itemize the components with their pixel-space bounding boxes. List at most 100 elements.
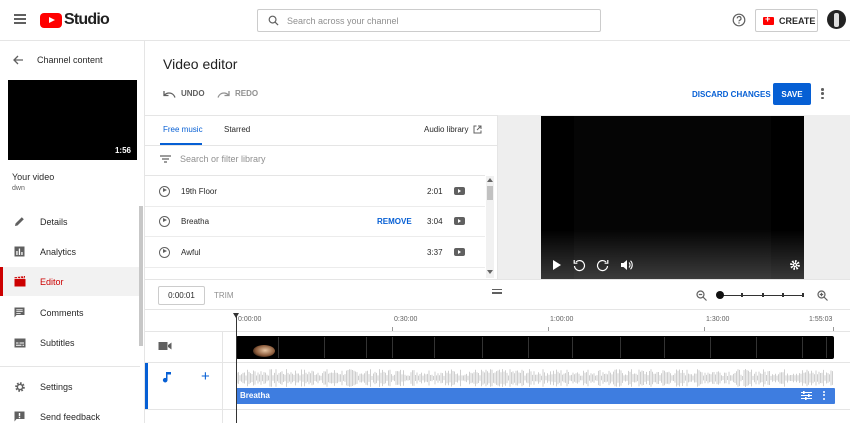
frame-divider [664, 337, 665, 358]
search-box[interactable] [257, 9, 601, 32]
menu-icon[interactable] [14, 14, 26, 24]
frame-divider [710, 337, 711, 358]
sidebar-item-settings[interactable]: Settings [0, 372, 140, 401]
forward-10-icon[interactable] [596, 259, 609, 272]
sidebar-item-label: Settings [40, 381, 73, 392]
ruler-label: 1:00:00 [550, 316, 574, 323]
rewind-10-icon[interactable] [573, 259, 586, 272]
sidebar-item-label: Comments [40, 307, 84, 318]
audio-library-link[interactable]: Audio library [424, 125, 482, 134]
sidebar-item-label: Details [40, 216, 68, 227]
sidebar-item-editor[interactable]: Editor [0, 267, 140, 296]
track-duration: 2:01 [427, 186, 443, 196]
play-circle-icon[interactable] [159, 215, 170, 227]
settings-gear-icon[interactable] [789, 259, 801, 271]
video-camera-icon [158, 342, 172, 350]
youtube-icon[interactable] [454, 248, 465, 256]
clip-more-icon[interactable] [823, 391, 825, 401]
zoom-out-icon[interactable] [696, 290, 707, 301]
avatar[interactable] [827, 10, 846, 29]
zoom-slider-handle[interactable] [716, 291, 724, 299]
track-name: 19th Floor [181, 186, 218, 196]
trim-button[interactable]: TRIM [214, 291, 234, 300]
arrow-back-icon [13, 55, 23, 65]
music-note-icon [162, 372, 171, 383]
create-button[interactable]: CREATE [755, 9, 818, 32]
save-button[interactable]: SAVE [773, 83, 811, 105]
clapperboard-icon [13, 275, 26, 288]
sidebar-item-comments[interactable]: Comments [0, 298, 140, 327]
redo-button[interactable]: REDO [217, 89, 258, 98]
create-label: CREATE [779, 15, 816, 26]
help-icon[interactable] [732, 13, 746, 27]
sidebar-item-details[interactable]: Details [0, 207, 140, 236]
feedback-icon [13, 410, 26, 423]
track-row[interactable]: Breatha REMOVE 3:04 [145, 206, 485, 237]
play-circle-icon[interactable] [159, 185, 170, 197]
tune-icon[interactable] [801, 391, 812, 400]
frame-divider [482, 337, 483, 358]
sidebar-scrollbar[interactable] [139, 206, 143, 346]
add-audio-icon[interactable]: + [201, 368, 210, 385]
scroll-down-arrow-icon[interactable] [487, 270, 493, 274]
ruler-label: 0:30:00 [394, 316, 418, 323]
play-icon[interactable] [552, 259, 562, 271]
volume-icon[interactable] [620, 259, 633, 271]
search-input[interactable] [287, 15, 577, 26]
sidebar-item-label: Send feedback [40, 411, 101, 422]
waveform-path [237, 369, 833, 387]
sidebar-item-subtitles[interactable]: Subtitles [0, 328, 140, 357]
zoom-in-icon[interactable] [817, 290, 828, 301]
gear-icon [13, 380, 26, 393]
track-row[interactable]: 19th Floor 2:01 [145, 176, 485, 207]
panel-divider [145, 115, 498, 116]
video-thumbnail[interactable]: 1:56 [8, 80, 137, 160]
sidebar-item-label: Subtitles [40, 337, 75, 348]
sidebar-item-analytics[interactable]: Analytics [0, 237, 140, 266]
zoom-tick [782, 293, 784, 297]
drag-handle-icon[interactable] [492, 289, 502, 296]
track-divider [145, 362, 850, 363]
scroll-up-arrow-icon[interactable] [487, 178, 493, 182]
studio-logo[interactable]: Studio [40, 11, 110, 29]
library-scroll-thumb[interactable] [487, 186, 493, 200]
track-duration: 3:04 [427, 216, 443, 226]
subtitles-icon [13, 336, 26, 349]
preview-divider [497, 115, 498, 279]
video-track-filmstrip[interactable] [236, 336, 834, 359]
remove-track-button[interactable]: REMOVE [377, 217, 412, 226]
youtube-icon[interactable] [454, 217, 465, 225]
tab-free-music[interactable]: Free music [163, 125, 203, 134]
sidebar-item-send-feedback[interactable]: Send feedback [0, 402, 140, 423]
frame-divider [620, 337, 621, 358]
frame-divider [756, 337, 757, 358]
redo-label: REDO [235, 89, 259, 98]
library-filter-input[interactable] [180, 154, 430, 164]
tab-starred[interactable]: Starred [224, 125, 250, 134]
search-icon [268, 15, 279, 26]
more-options-icon[interactable] [821, 88, 824, 101]
youtube-icon[interactable] [454, 187, 465, 195]
undo-label: UNDO [181, 89, 205, 98]
library-filter[interactable] [160, 154, 430, 164]
frame-divider [278, 337, 279, 358]
frame-divider [572, 337, 573, 358]
audio-track-label: Breatha [240, 391, 270, 400]
video-frame-thumbnail [253, 345, 275, 357]
playhead[interactable] [236, 316, 237, 423]
frame-divider [528, 337, 529, 358]
track-row[interactable]: Awful 3:37 [145, 237, 485, 268]
audio-track-clip[interactable]: Breatha [236, 388, 835, 404]
undo-icon [163, 90, 176, 98]
play-circle-icon[interactable] [159, 246, 170, 258]
discard-changes-button[interactable]: DISCARD CHANGES [692, 90, 771, 99]
create-camera-icon [763, 14, 774, 25]
sidebar-divider [0, 366, 140, 367]
frame-divider [324, 337, 325, 358]
current-time-field[interactable]: 0:00:01 [158, 286, 205, 305]
back-to-channel-content[interactable]: Channel content [0, 53, 145, 67]
frame-divider [434, 337, 435, 358]
video-subtitle: dwn [12, 185, 25, 192]
undo-button[interactable]: UNDO [163, 89, 205, 98]
playhead-handle[interactable] [233, 313, 239, 318]
